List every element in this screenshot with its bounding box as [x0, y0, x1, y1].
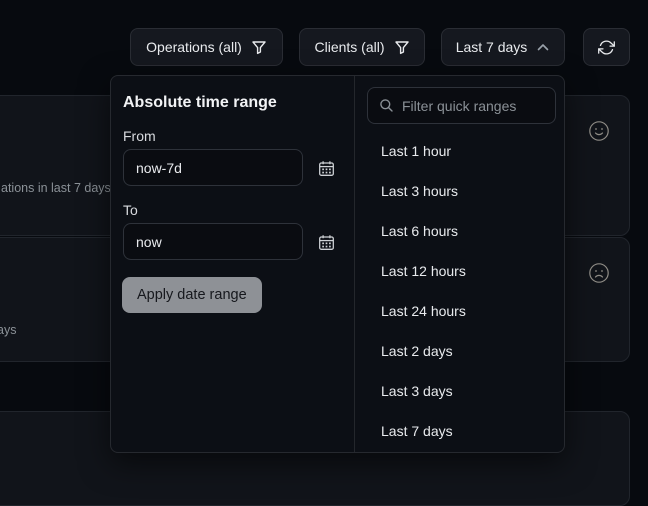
to-input[interactable] — [123, 223, 303, 260]
quick-range-option[interactable]: Last 6 hours — [355, 211, 565, 251]
apply-date-range-button[interactable]: Apply date range — [122, 277, 262, 313]
operations-filter-label: Operations (all) — [146, 39, 242, 55]
from-input[interactable] — [123, 149, 303, 186]
frown-face-icon — [587, 261, 611, 285]
filter-quick-ranges-input[interactable] — [367, 87, 556, 124]
refresh-icon — [598, 39, 615, 56]
filter-funnel-icon — [394, 39, 410, 55]
quick-ranges-list: Last 1 hourLast 3 hoursLast 6 hoursLast … — [355, 131, 565, 451]
refresh-button[interactable] — [583, 28, 630, 66]
quick-range-search — [367, 87, 556, 124]
quick-range-option[interactable]: Last 2 days — [355, 331, 565, 371]
clients-filter-button[interactable]: Clients (all) — [299, 28, 425, 66]
clients-filter-label: Clients (all) — [314, 39, 384, 55]
operations-filter-button[interactable]: Operations (all) — [130, 28, 283, 66]
smiley-face-icon — [587, 119, 611, 143]
chevron-up-icon — [536, 41, 550, 53]
card-caption: ations in last 7 days — [1, 181, 111, 195]
to-label: To — [123, 202, 138, 218]
quick-range-option[interactable]: Last 1 hour — [355, 131, 565, 171]
time-range-label: Last 7 days — [456, 39, 528, 55]
to-calendar-button[interactable] — [316, 232, 336, 252]
time-range-dropdown-button[interactable]: Last 7 days — [441, 28, 565, 66]
card-caption: ays — [0, 323, 16, 337]
time-range-picker-panel: Absolute time range From To Apply — [110, 75, 565, 453]
absolute-range-title: Absolute time range — [123, 94, 277, 112]
quick-range-option[interactable]: Last 7 days — [355, 411, 565, 451]
from-calendar-button[interactable] — [316, 158, 336, 178]
calendar-icon — [318, 160, 335, 177]
quick-range-option[interactable]: Last 12 hours — [355, 251, 565, 291]
quick-range-option[interactable]: Last 3 hours — [355, 171, 565, 211]
quick-range-option[interactable]: Last 24 hours — [355, 291, 565, 331]
quick-range-option[interactable]: Last 3 days — [355, 371, 565, 411]
filter-funnel-icon — [251, 39, 267, 55]
from-label: From — [123, 128, 156, 144]
calendar-icon — [318, 234, 335, 251]
